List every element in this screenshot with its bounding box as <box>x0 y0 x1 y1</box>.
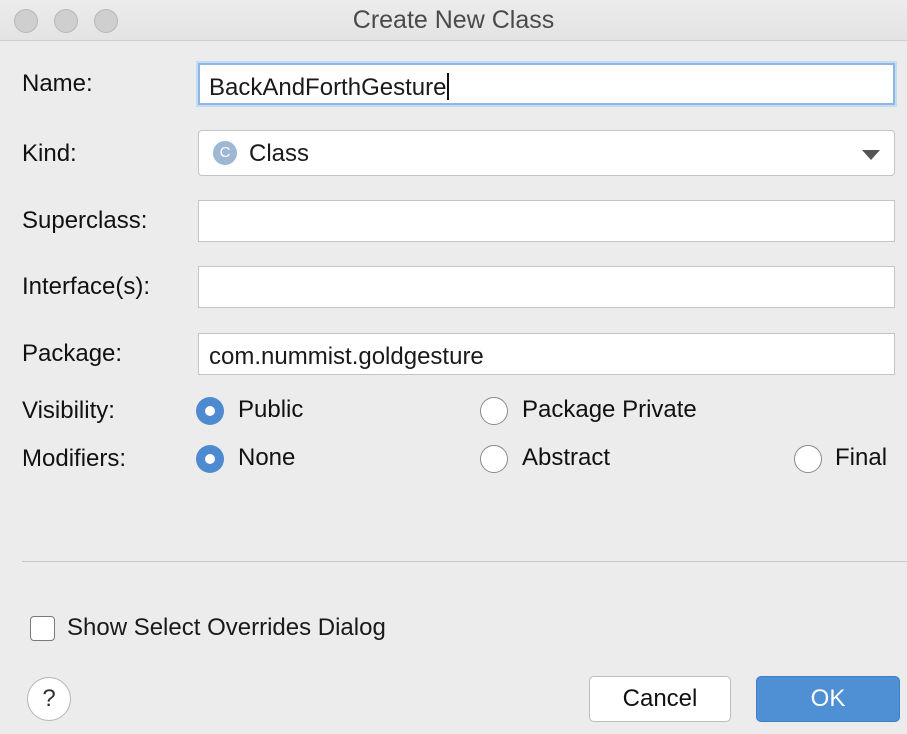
visibility-package-private-radio[interactable] <box>480 397 508 425</box>
kind-label: Kind: <box>22 140 77 167</box>
help-button[interactable]: ? <box>27 677 71 721</box>
visibility-public-label[interactable]: Public <box>238 396 303 424</box>
package-input[interactable]: com.nummist.goldgesture <box>198 333 895 375</box>
modifiers-label: Modifiers: <box>22 445 127 472</box>
visibility-label: Visibility: <box>22 397 115 424</box>
text-caret <box>447 73 450 100</box>
modifier-none-radio[interactable] <box>196 445 224 473</box>
window-title: Create New Class <box>352 6 555 34</box>
interfaces-input[interactable] <box>198 266 895 308</box>
name-input[interactable]: BackAndForthGesture <box>198 63 895 105</box>
visibility-package-private-label[interactable]: Package Private <box>522 396 697 424</box>
show-overrides-label[interactable]: Show Select Overrides Dialog <box>67 614 386 642</box>
class-icon: C <box>213 141 237 165</box>
create-class-dialog: Create New Class Name: BackAndForthGestu… <box>0 0 907 734</box>
show-overrides-checkbox[interactable] <box>30 616 55 641</box>
ok-button[interactable]: OK <box>756 676 900 722</box>
divider <box>22 561 907 562</box>
modifier-final-radio[interactable] <box>794 445 822 473</box>
kind-select[interactable]: C Class <box>198 130 895 176</box>
name-label: Name: <box>22 70 93 97</box>
package-label: Package: <box>22 340 123 367</box>
kind-select-value: Class <box>249 140 310 167</box>
visibility-public-radio[interactable] <box>196 397 224 425</box>
interfaces-label: Interface(s): <box>22 273 151 300</box>
cancel-button[interactable]: Cancel <box>589 676 731 722</box>
superclass-input[interactable] <box>198 200 895 242</box>
modifier-abstract-label[interactable]: Abstract <box>522 444 610 472</box>
modifier-none-label[interactable]: None <box>238 444 295 472</box>
chevron-down-icon[interactable] <box>862 150 880 160</box>
modifier-abstract-radio[interactable] <box>480 445 508 473</box>
title-bar: Create New Class <box>0 0 907 41</box>
name-input-value: BackAndForthGesture <box>209 74 447 101</box>
modifier-final-label[interactable]: Final <box>835 444 887 472</box>
superclass-label: Superclass: <box>22 207 148 234</box>
